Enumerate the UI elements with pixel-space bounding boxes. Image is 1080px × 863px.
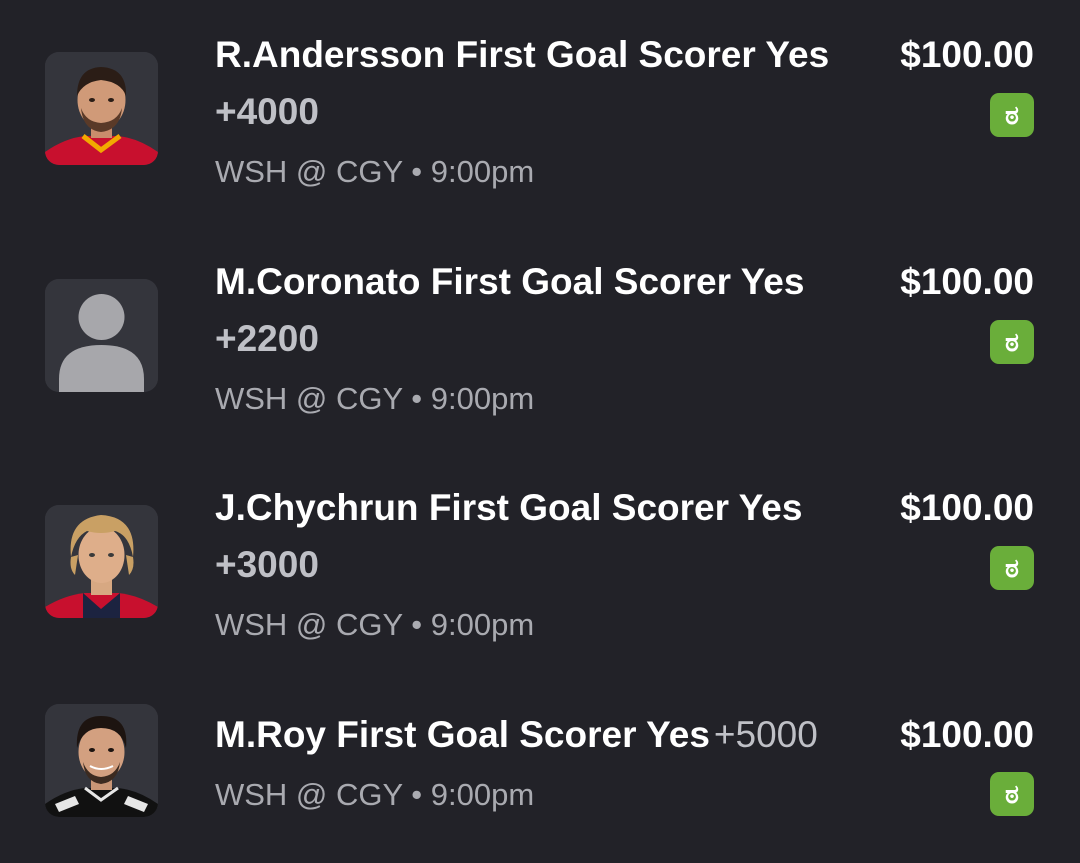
bet-odds: +2200 <box>215 318 319 359</box>
bet-amount: $100.00 <box>900 261 1034 302</box>
bet-title: M.Roy First Goal Scorer Yes +5000 <box>215 713 818 757</box>
bet-amount: $100.00 <box>900 714 1034 755</box>
bet-game-info: WSH @ CGY • 9:00pm <box>215 380 534 418</box>
matchup: WSH @ CGY <box>215 777 403 812</box>
separator: • <box>411 381 423 416</box>
bet-odds: +5000 <box>713 714 818 755</box>
separator: • <box>411 607 423 642</box>
bet-game-info: WSH @ CGY • 9:00pm <box>215 776 534 814</box>
placeholder-person-icon <box>45 279 158 392</box>
draftkings-icon: ಠ <box>990 93 1034 137</box>
player-photo-icon <box>45 52 158 165</box>
bet-amount: $100.00 <box>900 487 1034 528</box>
bet-title: J.Chychrun First Goal Scorer Yes <box>215 487 803 528</box>
separator: • <box>411 777 423 812</box>
bet-odds: +3000 <box>215 544 319 585</box>
matchup: WSH @ CGY <box>215 607 403 642</box>
player-photo-icon <box>45 505 158 618</box>
bet-title-text: M.Roy First Goal Scorer Yes <box>215 714 710 755</box>
player-avatar <box>45 505 158 618</box>
bet-title: M.Coronato First Goal Scorer Yes <box>215 261 805 302</box>
draftkings-icon: ಠ <box>990 772 1034 816</box>
separator: • <box>411 154 423 189</box>
player-avatar <box>45 279 158 392</box>
matchup: WSH @ CGY <box>215 381 403 416</box>
bet-list: R.Andersson First Goal Scorer Yes +4000 … <box>0 0 1080 863</box>
bet-game-info: WSH @ CGY • 9:00pm <box>215 606 534 644</box>
game-time: 9:00pm <box>430 607 535 642</box>
bet-title: R.Andersson First Goal Scorer Yes <box>215 34 830 75</box>
player-avatar <box>45 52 158 165</box>
matchup: WSH @ CGY <box>215 154 403 189</box>
bet-game-info: WSH @ CGY • 9:00pm <box>215 153 534 191</box>
player-avatar <box>45 704 158 817</box>
player-photo-icon <box>45 704 158 817</box>
bet-amount: $100.00 <box>900 34 1034 75</box>
bet-odds: +4000 <box>215 91 319 132</box>
draftkings-icon: ಠ <box>990 546 1034 590</box>
game-time: 9:00pm <box>430 777 535 812</box>
game-time: 9:00pm <box>430 381 535 416</box>
game-time: 9:00pm <box>430 154 535 189</box>
draftkings-icon: ಠ <box>990 320 1034 364</box>
